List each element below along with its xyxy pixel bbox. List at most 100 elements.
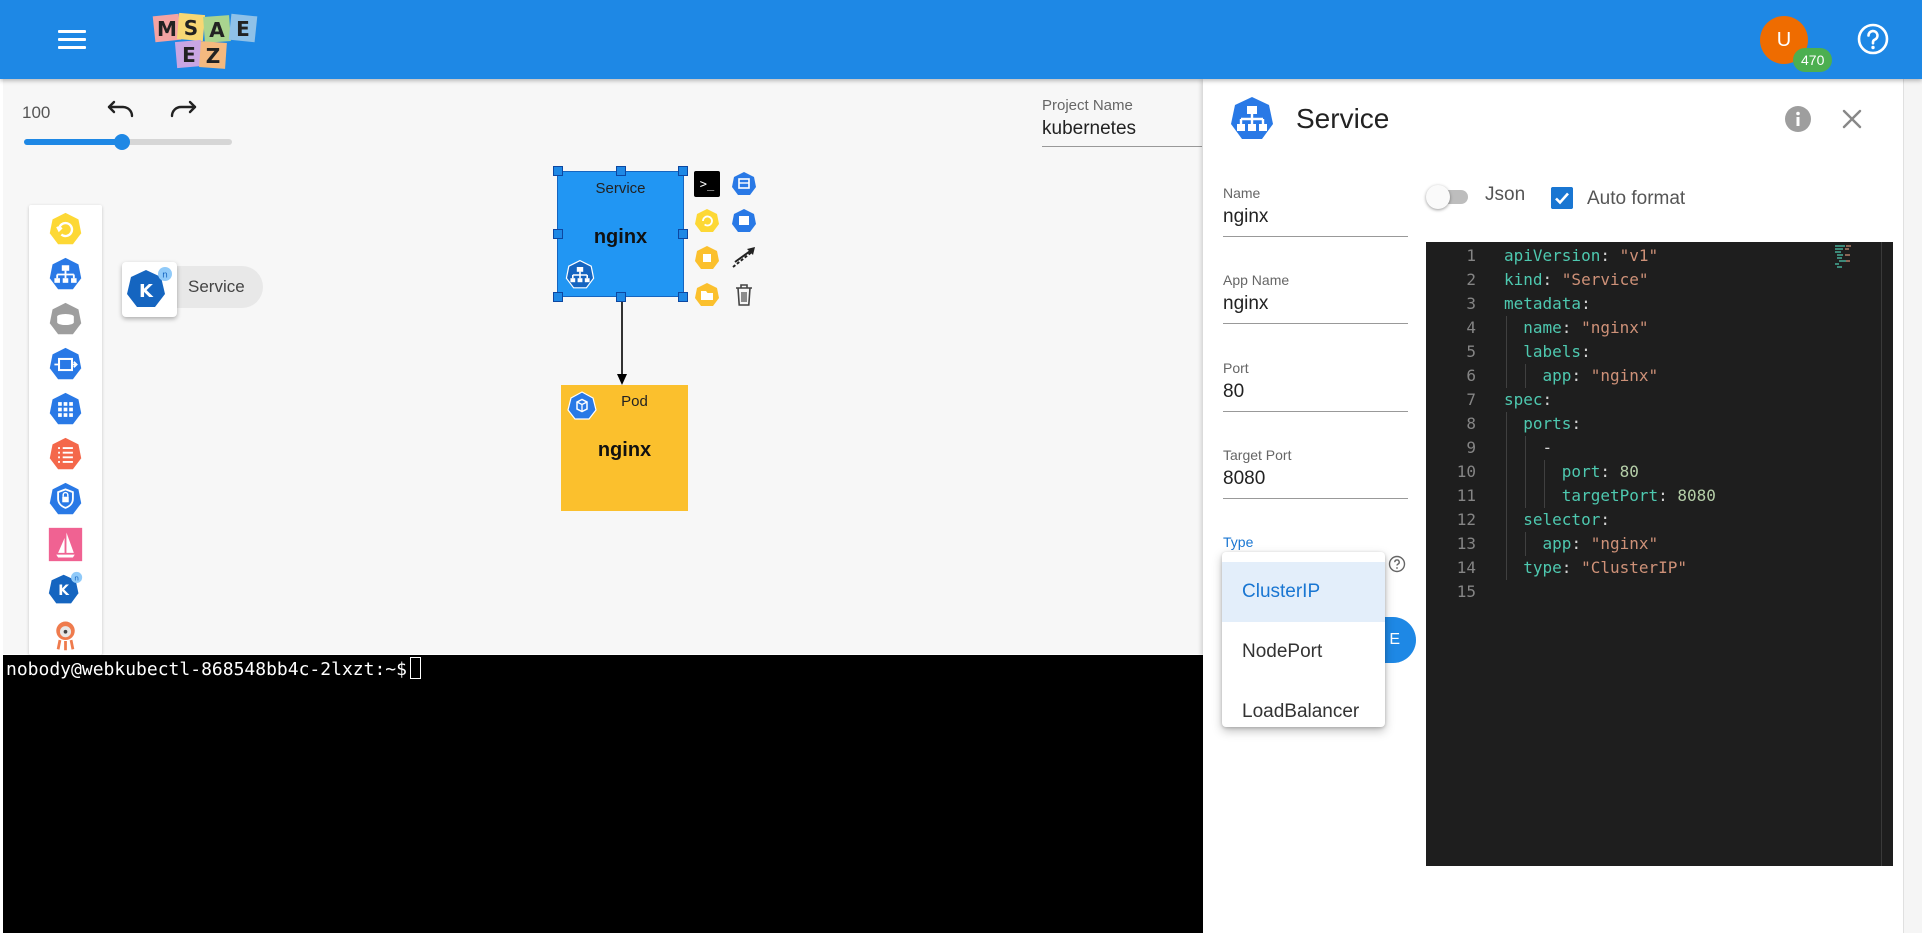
resize-handle[interactable] xyxy=(553,292,563,302)
help-icon[interactable] xyxy=(1856,22,1890,56)
line-number: 1 xyxy=(1466,246,1476,265)
indent-guide xyxy=(1506,556,1507,580)
yaml-key: app xyxy=(1542,534,1572,553)
terminal-button[interactable]: >_ xyxy=(694,171,720,197)
indent-guide xyxy=(1506,532,1507,556)
editor-minimap[interactable] xyxy=(1834,244,1854,270)
indent-guide xyxy=(1506,412,1507,436)
resize-handle[interactable] xyxy=(553,229,563,239)
code-line: 14 type: "ClusterIP" xyxy=(1426,556,1687,580)
field-label: App Name xyxy=(1223,272,1290,288)
line-number: 6 xyxy=(1466,366,1476,385)
logo-letter: E xyxy=(182,43,196,67)
code-line: 8 ports: xyxy=(1426,412,1581,436)
code-line: 4 name: "nginx" xyxy=(1426,316,1648,340)
resize-handle[interactable] xyxy=(616,292,626,302)
connect-arrow-icon[interactable] xyxy=(731,245,757,271)
pod-node[interactable]: Pod nginx xyxy=(561,385,688,511)
terminal-prompt: nobody@webkubectl-868548bb4c-2lxzt:~$ xyxy=(6,659,407,680)
yaml-value: - xyxy=(1542,438,1553,457)
indent-guide xyxy=(1525,364,1526,388)
code-line: 5 labels: xyxy=(1426,340,1590,364)
indent-guide xyxy=(1506,436,1507,460)
yaml-key: name xyxy=(1523,318,1562,337)
menu-icon[interactable] xyxy=(58,26,86,50)
node-kind-label: Service xyxy=(595,180,646,197)
service-icon xyxy=(565,259,595,289)
name-field[interactable]: Name nginx xyxy=(1223,185,1408,237)
folder-icon[interactable] xyxy=(694,282,720,308)
job-add-icon[interactable] xyxy=(694,245,720,271)
line-number: 13 xyxy=(1456,534,1476,553)
logo-letter: S xyxy=(184,16,198,40)
panel-title: Service xyxy=(1296,103,1390,134)
app-name-field[interactable]: App Name nginx xyxy=(1223,272,1408,324)
code-line: 9 - xyxy=(1426,436,1552,460)
yaml-key: kind xyxy=(1504,270,1543,289)
knative-icon[interactable]: K n xyxy=(47,571,84,608)
yaml-key: apiVersion xyxy=(1504,246,1601,265)
indent-guide xyxy=(1525,460,1526,484)
logo-letter: A xyxy=(209,18,225,42)
type-option-loadbalancer[interactable]: LoadBalancer xyxy=(1222,682,1385,742)
pod-add-icon[interactable] xyxy=(731,171,757,197)
yaml-code-editor[interactable]: 1 apiVersion: "v1" 2 kind: "Service" 3 metada… xyxy=(1426,242,1893,866)
service-node[interactable]: Service nginx xyxy=(557,171,684,297)
indent-guide xyxy=(1506,484,1507,508)
line-number: 12 xyxy=(1456,510,1476,529)
code-line: 1 apiVersion: "v1" xyxy=(1426,244,1658,268)
indent-guide xyxy=(1506,508,1507,532)
resize-handle[interactable] xyxy=(678,166,688,176)
deployment-add-icon[interactable] xyxy=(731,208,757,234)
indent-guide xyxy=(1544,484,1545,508)
yaml-value: "Service" xyxy=(1561,270,1649,289)
field-label: Target Port xyxy=(1223,447,1292,463)
resize-handle[interactable] xyxy=(678,292,688,302)
yaml-value: "ClusterIP" xyxy=(1581,558,1688,577)
terminal[interactable]: nobody@webkubectl-868548bb4c-2lxzt:~$ xyxy=(3,655,1203,933)
page-scrollbar[interactable] xyxy=(1903,79,1922,933)
logo-letter: Z xyxy=(206,44,221,68)
delete-icon[interactable] xyxy=(731,282,757,308)
service-icon xyxy=(1231,97,1273,139)
yaml-key: port xyxy=(1561,462,1601,481)
field-label: Name xyxy=(1223,185,1261,201)
code-line: 11 targetPort: 8080 xyxy=(1426,484,1716,508)
yaml-key: targetPort xyxy=(1561,486,1659,505)
editor-scrollbar[interactable] xyxy=(1881,242,1882,866)
svg-text:n: n xyxy=(74,573,79,582)
property-panel: Service Name nginx App Name nginx Port 8… xyxy=(1203,79,1903,933)
type-option-clusterip[interactable]: ClusterIP xyxy=(1222,562,1385,622)
msaez-logo[interactable]: M S A E E Z xyxy=(152,12,264,70)
type-option-nodeport[interactable]: NodePort xyxy=(1222,622,1385,682)
node-name-label: nginx xyxy=(593,226,648,248)
yaml-key: labels xyxy=(1523,342,1582,361)
app-name-input[interactable]: nginx xyxy=(1223,293,1408,324)
info-icon[interactable] xyxy=(1784,105,1812,133)
istio-icon[interactable] xyxy=(47,526,84,563)
line-number: 9 xyxy=(1466,438,1476,457)
target-port-field[interactable]: Target Port 8080 xyxy=(1223,447,1408,499)
argo-icon[interactable] xyxy=(47,616,84,653)
indent-guide xyxy=(1506,316,1507,340)
help-icon[interactable] xyxy=(1388,555,1406,573)
indent-guide xyxy=(1506,460,1507,484)
auto-format-checkbox[interactable] xyxy=(1551,187,1573,209)
name-input[interactable]: nginx xyxy=(1223,206,1408,237)
close-icon[interactable] xyxy=(1840,107,1864,131)
line-number: 15 xyxy=(1456,582,1476,601)
cronjob-add-icon[interactable] xyxy=(694,208,720,234)
node-kind-label: Pod xyxy=(621,393,648,410)
node-name-label: nginx xyxy=(597,439,652,461)
port-input[interactable]: 80 xyxy=(1223,381,1408,412)
port-field[interactable]: Port 80 xyxy=(1223,360,1408,412)
indent-guide xyxy=(1506,364,1507,388)
resize-handle[interactable] xyxy=(678,229,688,239)
code-line: 15 xyxy=(1426,580,1504,604)
target-port-input[interactable]: 8080 xyxy=(1223,468,1408,499)
resize-handle[interactable] xyxy=(553,166,563,176)
json-toggle[interactable] xyxy=(1426,183,1472,211)
resize-handle[interactable] xyxy=(616,166,626,176)
yaml-key: app xyxy=(1542,366,1572,385)
yaml-value: 8080 xyxy=(1677,486,1716,505)
